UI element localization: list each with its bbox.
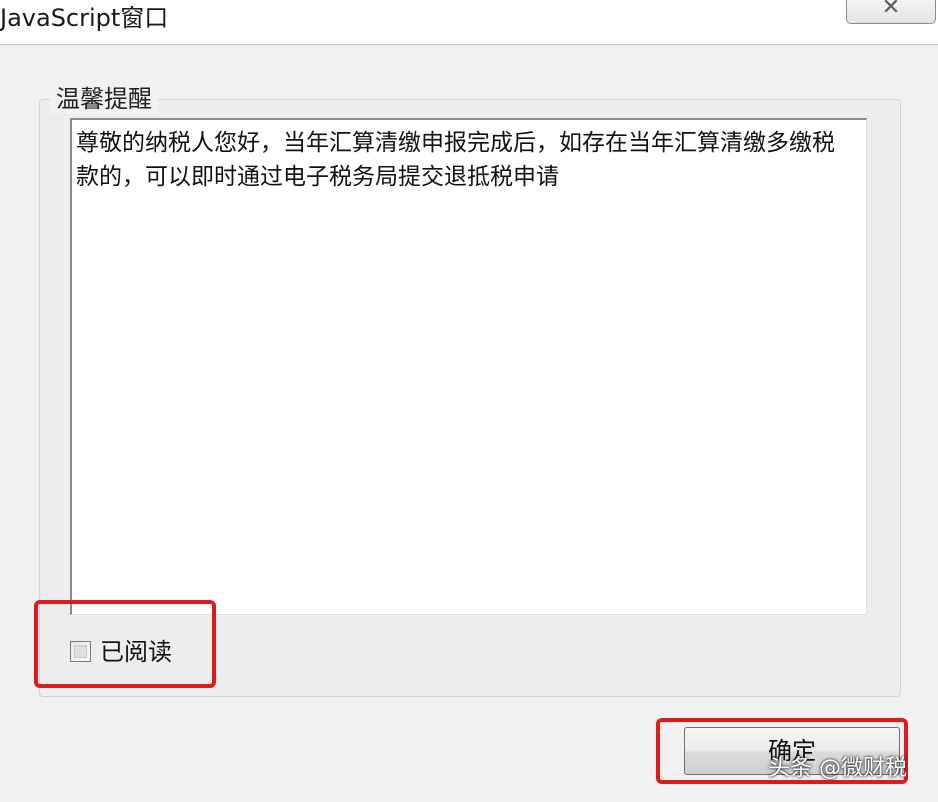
close-icon: ✕ <box>881 0 901 20</box>
checkbox-inner <box>74 645 87 658</box>
group-label: 温馨提醒 <box>50 84 158 114</box>
watermark-text: 头条 @微财税 <box>768 756 907 781</box>
title-bar: JavaScript窗口 ✕ <box>0 0 938 44</box>
close-button[interactable]: ✕ <box>846 0 936 24</box>
read-checkbox-label[interactable]: 已阅读 <box>100 637 172 667</box>
read-checkbox[interactable] <box>70 641 91 662</box>
message-textarea[interactable]: 尊敬的纳税人您好，当年汇算清缴申报完成后，如存在当年汇算清缴多缴税款的，可以即时… <box>70 118 867 615</box>
window-title: JavaScript窗口 <box>0 4 169 32</box>
